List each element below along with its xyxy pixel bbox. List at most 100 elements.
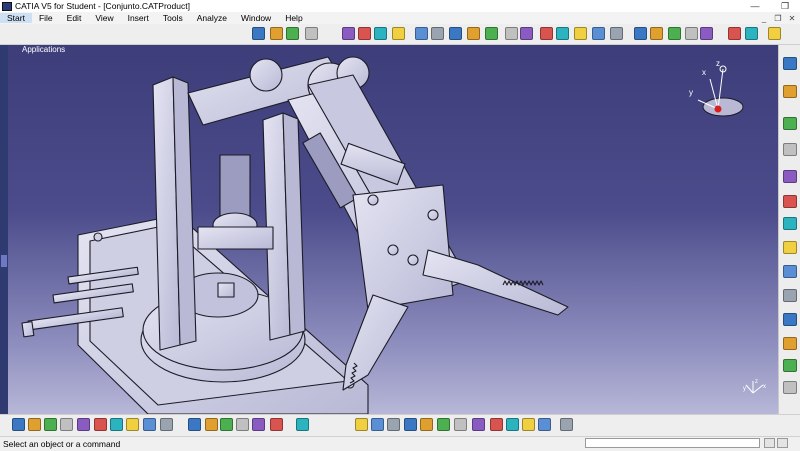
table-icon[interactable] xyxy=(236,418,249,431)
iso-view-icon[interactable] xyxy=(437,418,450,431)
menu-edit[interactable]: Edit xyxy=(60,13,89,23)
offset-icon[interactable] xyxy=(574,27,587,40)
angle-icon[interactable] xyxy=(592,27,605,40)
open-icon[interactable] xyxy=(28,418,41,431)
scene-icon[interactable] xyxy=(783,217,797,230)
swap-icon[interactable] xyxy=(490,418,503,431)
layout-icon[interactable] xyxy=(783,359,797,372)
command-options-button[interactable] xyxy=(764,438,775,448)
restore-button[interactable]: ❐ xyxy=(770,0,800,12)
doc-restore-button[interactable]: ❐ xyxy=(772,12,784,24)
whats-this-icon[interactable] xyxy=(160,418,173,431)
zoom-out-icon[interactable] xyxy=(404,418,417,431)
robot-arm-model[interactable]: x y z x y z xyxy=(8,45,778,414)
menu-insert[interactable]: Insert xyxy=(121,13,156,23)
formula-icon[interactable] xyxy=(188,418,201,431)
bill-of-material-icon[interactable] xyxy=(538,418,551,431)
component-icon[interactable] xyxy=(392,27,405,40)
part-icon[interactable] xyxy=(415,27,428,40)
snap-icon[interactable] xyxy=(728,27,741,40)
rotate-icon[interactable] xyxy=(371,418,384,431)
snapshot-icon[interactable] xyxy=(252,27,265,40)
hide-show-icon[interactable] xyxy=(472,418,485,431)
knowledge-icon[interactable] xyxy=(252,418,265,431)
coincidence-icon[interactable] xyxy=(540,27,553,40)
constraint-icon[interactable] xyxy=(520,27,533,40)
minimize-button[interactable]: — xyxy=(740,0,770,12)
pan-icon[interactable] xyxy=(355,418,368,431)
doc-close-button[interactable]: ✕ xyxy=(786,12,798,24)
menu-help[interactable]: Help xyxy=(278,13,309,23)
menu-file[interactable]: File xyxy=(32,13,60,23)
bottom-toolbar xyxy=(0,414,800,437)
distance-icon[interactable] xyxy=(783,289,797,302)
menu-view[interactable]: View xyxy=(88,13,120,23)
save-icon[interactable] xyxy=(44,418,57,431)
paste-icon[interactable] xyxy=(110,418,123,431)
command-input[interactable] xyxy=(585,438,760,448)
select-icon[interactable] xyxy=(270,27,283,40)
comment-icon[interactable] xyxy=(205,418,218,431)
menu-analyze[interactable]: Analyze xyxy=(190,13,234,23)
normal-view-icon[interactable] xyxy=(420,418,433,431)
copy-icon[interactable] xyxy=(94,418,107,431)
normal-icon[interactable] xyxy=(783,57,797,70)
undo-icon[interactable] xyxy=(126,418,139,431)
multi-instantiation-icon[interactable] xyxy=(505,27,518,40)
material-icon[interactable] xyxy=(522,418,535,431)
new-icon[interactable] xyxy=(12,418,25,431)
reuse-pattern-icon[interactable] xyxy=(685,27,698,40)
gripper-jaw-lower[interactable] xyxy=(342,294,409,391)
tree-scroll-marker[interactable] xyxy=(1,255,7,267)
menu-window[interactable]: Window xyxy=(234,13,278,23)
replace-icon[interactable] xyxy=(449,27,462,40)
publish-icon[interactable] xyxy=(783,195,797,208)
cut-icon[interactable] xyxy=(77,418,90,431)
quick-constraint-icon[interactable] xyxy=(650,27,663,40)
measure-icon[interactable] xyxy=(506,418,519,431)
weld-icon[interactable] xyxy=(783,337,797,350)
product-icon[interactable] xyxy=(374,27,387,40)
print-icon[interactable] xyxy=(60,418,73,431)
graph-tree-icon[interactable] xyxy=(467,27,480,40)
center-servo[interactable] xyxy=(197,154,274,250)
fix-icon[interactable] xyxy=(610,27,623,40)
gripper-block[interactable] xyxy=(352,184,454,311)
explode-icon[interactable] xyxy=(745,27,758,40)
3d-viewport[interactable]: Applications x y z x y z xyxy=(8,45,778,414)
tolerance-icon[interactable] xyxy=(783,241,797,254)
shading-icon[interactable] xyxy=(454,418,467,431)
compass-widget[interactable]: x y z xyxy=(689,59,744,117)
doc-minimize-button[interactable]: _ xyxy=(758,12,770,24)
catalog-browser-icon[interactable] xyxy=(783,381,797,394)
existing-component-icon[interactable] xyxy=(431,27,444,40)
design-table-icon[interactable] xyxy=(783,143,797,156)
redo-icon[interactable] xyxy=(143,418,156,431)
clash-icon[interactable] xyxy=(768,27,781,40)
assembly-icon[interactable] xyxy=(358,27,371,40)
flexible-icon[interactable] xyxy=(668,27,681,40)
catalog-icon[interactable] xyxy=(220,418,233,431)
space-analysis-icon[interactable] xyxy=(270,418,283,431)
reorder-icon[interactable] xyxy=(485,27,498,40)
command-stop-button[interactable] xyxy=(777,438,788,448)
menu-start[interactable]: Start xyxy=(0,13,32,23)
compass-z-label: z xyxy=(716,59,720,68)
compass-icon[interactable] xyxy=(342,27,355,40)
select-arrow-icon[interactable] xyxy=(783,85,797,98)
menu-tools[interactable]: Tools xyxy=(156,13,190,23)
zoom-in-icon[interactable] xyxy=(387,418,400,431)
sectioning-icon[interactable] xyxy=(783,265,797,278)
window-title: CATIA V5 for Student - [Conjunto.CATProd… xyxy=(15,1,190,11)
manipulation-icon[interactable] xyxy=(700,27,713,40)
fix-together-icon[interactable] xyxy=(634,27,647,40)
contact-icon[interactable] xyxy=(556,27,569,40)
catia-app-icon[interactable] xyxy=(2,1,12,11)
update-icon[interactable] xyxy=(305,27,318,40)
render-icon[interactable] xyxy=(560,418,573,431)
analyze-icon[interactable] xyxy=(783,170,797,183)
fly-icon[interactable] xyxy=(296,418,309,431)
undo-icon[interactable] xyxy=(286,27,299,40)
sketcher-icon[interactable] xyxy=(783,117,797,130)
annotation-icon[interactable] xyxy=(783,313,797,326)
